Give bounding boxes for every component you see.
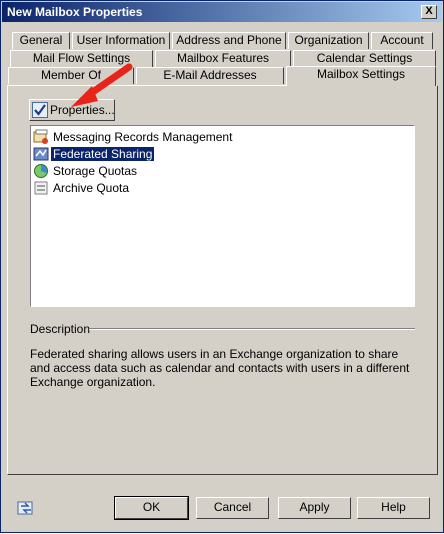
tab-user-information[interactable]: User Information [72, 32, 170, 49]
title-bar[interactable]: New Mailbox Properties X [2, 2, 442, 22]
tab-mailbox-features[interactable]: Mailbox Features [155, 50, 291, 67]
description-divider [89, 328, 415, 330]
tab-address-and-phone[interactable]: Address and Phone [172, 32, 286, 49]
apply-button[interactable]: Apply [278, 497, 351, 519]
cancel-button[interactable]: Cancel [196, 497, 269, 519]
window-title: New Mailbox Properties [7, 5, 143, 19]
list-item-label: Storage Quotas [53, 164, 138, 178]
tab-mailbox-settings[interactable]: Mailbox Settings [286, 66, 436, 86]
tab-organization[interactable]: Organization [288, 32, 369, 49]
exchange-help-icon[interactable] [17, 499, 35, 517]
tab-member-of[interactable]: Member Of [8, 67, 134, 84]
checkmark-icon [32, 102, 48, 118]
list-item-label: Federated Sharing [51, 147, 155, 161]
list-item-label: Messaging Records Management [53, 130, 233, 144]
list-item-label: Archive Quota [53, 181, 130, 195]
storage-quotas-icon [34, 164, 48, 178]
close-button[interactable]: X [421, 5, 437, 19]
ok-button[interactable]: OK [114, 496, 189, 520]
properties-label: Properties... [50, 103, 115, 117]
records-management-icon [33, 129, 48, 144]
description-heading: Description [30, 322, 91, 336]
tab-general[interactable]: General [12, 32, 70, 49]
properties-button[interactable]: Properties... [29, 99, 115, 121]
help-button[interactable]: Help [357, 497, 430, 519]
description-text: Federated sharing allows users in an Exc… [30, 347, 410, 389]
tab-mail-flow-settings[interactable]: Mail Flow Settings [10, 50, 153, 67]
tab-account[interactable]: Account [371, 32, 433, 49]
federated-sharing-icon [33, 147, 49, 161]
archive-quota-icon [34, 181, 48, 195]
tab-calendar-settings[interactable]: Calendar Settings [293, 50, 436, 67]
settings-list[interactable]: Messaging Records Management Federated S… [30, 125, 415, 307]
mailbox-properties-dialog: New Mailbox Properties X General User In… [0, 0, 444, 533]
tab-e-mail-addresses[interactable]: E-Mail Addresses [136, 67, 284, 84]
